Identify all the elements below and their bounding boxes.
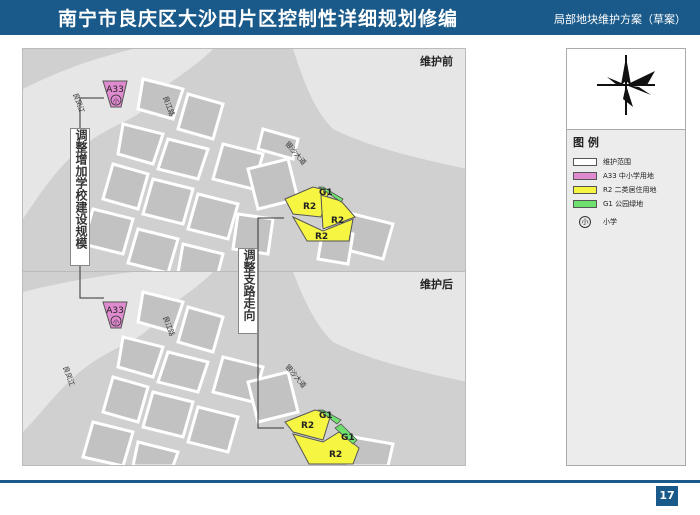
footer-line: [0, 480, 700, 483]
legend-swatch-boundary: [573, 158, 597, 166]
legend-title: 图 例: [573, 136, 599, 149]
parcel-label: R2: [303, 202, 316, 212]
annotation-school-text: 调整增加学校建设规模: [74, 129, 88, 249]
side-panel: 图 例 维护范围 A33 中小学用地 R2 二类居住用地 G1 公园绿地 小 小…: [566, 48, 686, 466]
parcel-label: R2: [301, 421, 314, 431]
parcel-label: R2: [331, 216, 344, 226]
school-code-before: A33: [106, 85, 124, 95]
compass-rose-icon: [597, 55, 655, 115]
legend-item: A33 中小学用地: [573, 170, 685, 182]
parcel-label: G1: [319, 411, 333, 421]
page-number: 17: [656, 486, 678, 506]
legend-item-school: 小 小学: [573, 216, 685, 228]
annotation-school-change: 调整增加学校建设规模: [70, 128, 90, 266]
map-after-label: 维护后: [420, 278, 453, 291]
parcel-label: R2: [329, 450, 342, 460]
legend-item: R2 二类居住用地: [573, 184, 685, 196]
school-symbol-after: 小: [113, 318, 119, 326]
annotation-road-change: 调整支路走向: [238, 248, 258, 334]
parcel-label: R2: [315, 232, 328, 242]
legend-label: G1 公园绿地: [603, 200, 644, 208]
annotation-road-text: 调整支路走向: [242, 249, 256, 321]
legend-item: 维护范围: [573, 156, 685, 168]
page-title: 南宁市良庆区大沙田片区控制性详细规划修编: [58, 8, 459, 30]
school-symbol-icon: 小: [579, 216, 591, 228]
header-bar: 南宁市良庆区大沙田片区控制性详细规划修编 局部地块维护方案（草案）: [0, 0, 700, 35]
school-code-after: A33: [106, 306, 124, 316]
legend-label: 维护范围: [603, 158, 631, 166]
page-subtitle: 局部地块维护方案（草案）: [554, 13, 686, 26]
legend-item: G1 公园绿地: [573, 198, 685, 210]
parcel-label: G1: [319, 188, 333, 198]
legend-label: A33 中小学用地: [603, 172, 654, 180]
map-before-label: 维护前: [420, 55, 453, 68]
legend-label: R2 二类居住用地: [603, 186, 657, 194]
legend-swatch-r2: [573, 186, 597, 194]
parcel-label: G1: [341, 433, 355, 443]
legend: 图 例 维护范围 A33 中小学用地 R2 二类居住用地 G1 公园绿地 小 小…: [567, 129, 685, 465]
legend-label: 小学: [603, 218, 617, 226]
legend-swatch-g1: [573, 200, 597, 208]
legend-swatch-a33: [573, 172, 597, 180]
school-symbol-before: 小: [113, 97, 119, 105]
